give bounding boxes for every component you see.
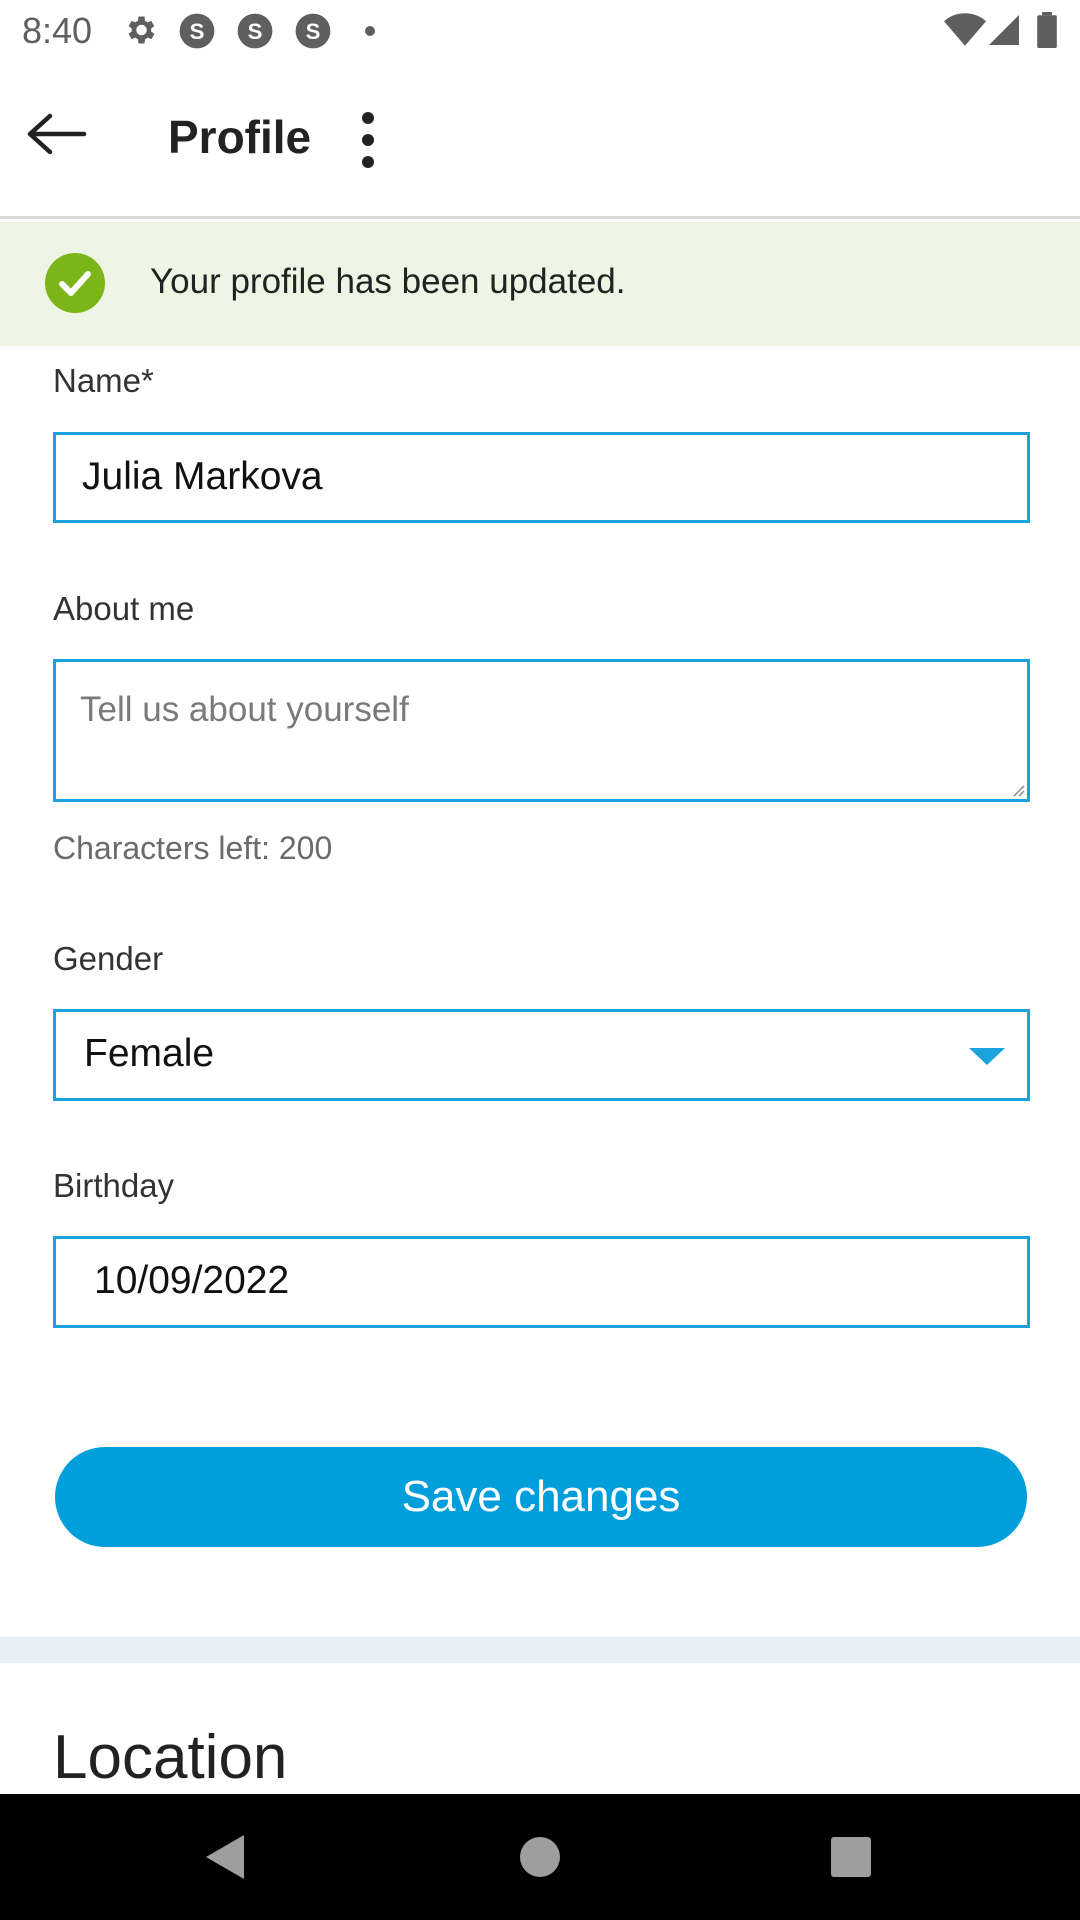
birthday-label: Birthday — [53, 1167, 175, 1204]
wifi-icon — [944, 12, 986, 53]
svg-text:S: S — [248, 19, 263, 44]
more-vert-icon — [362, 112, 374, 168]
name-input[interactable]: Julia Markova — [53, 432, 1030, 523]
about-me-placeholder: Tell us about yourself — [80, 690, 409, 729]
section-divider — [0, 1637, 1080, 1663]
skype-notification-icon: S — [236, 12, 274, 55]
back-button[interactable] — [22, 108, 92, 160]
gear-icon — [122, 12, 158, 53]
about-me-label: About me — [53, 590, 195, 627]
dot-icon — [364, 24, 376, 42]
status-time: 8:40 — [22, 10, 93, 51]
about-me-textarea[interactable]: Tell us about yourself — [53, 659, 1030, 802]
arrow-left-icon — [27, 113, 87, 155]
birthday-date-value: 10/09/2022 — [94, 1259, 290, 1302]
square-recents-icon — [831, 1837, 871, 1877]
circle-home-icon — [520, 1837, 560, 1877]
svg-text:S: S — [190, 19, 205, 44]
signal-icon — [986, 12, 1022, 53]
banner-message: Your profile has been updated. — [150, 262, 626, 301]
skype-notification-icon: S — [178, 12, 216, 55]
more-options-button[interactable] — [348, 110, 388, 170]
gender-label: Gender — [53, 940, 164, 977]
save-changes-button[interactable]: Save changes — [55, 1447, 1027, 1547]
name-input-value: Julia Markova — [82, 455, 323, 498]
navigation-bar — [0, 1794, 1080, 1920]
success-banner: Your profile has been updated. — [0, 222, 1080, 346]
nav-home-button[interactable] — [515, 1832, 565, 1882]
chevron-down-icon — [969, 1048, 1005, 1065]
skype-notification-icon: S — [294, 12, 332, 55]
gender-select-value: Female — [84, 1032, 215, 1075]
svg-text:S: S — [306, 19, 321, 44]
birthday-date-field[interactable]: 10/09/2022 — [53, 1236, 1030, 1328]
app-bar: Profile — [0, 64, 1080, 219]
resize-handle-icon[interactable] — [1011, 783, 1025, 797]
check-circle-icon — [44, 252, 106, 314]
name-label: Name* — [53, 362, 154, 399]
status-bar: 8:40 S S S — [0, 0, 1080, 64]
gender-select[interactable]: Female — [53, 1009, 1030, 1101]
nav-back-button[interactable] — [200, 1832, 250, 1882]
nav-recents-button[interactable] — [826, 1832, 876, 1882]
battery-icon — [1036, 12, 1058, 53]
location-section-title: Location — [53, 1723, 288, 1792]
triangle-back-icon — [206, 1835, 244, 1879]
page-title: Profile — [168, 111, 312, 163]
characters-left-text: Characters left: 200 — [53, 830, 333, 866]
